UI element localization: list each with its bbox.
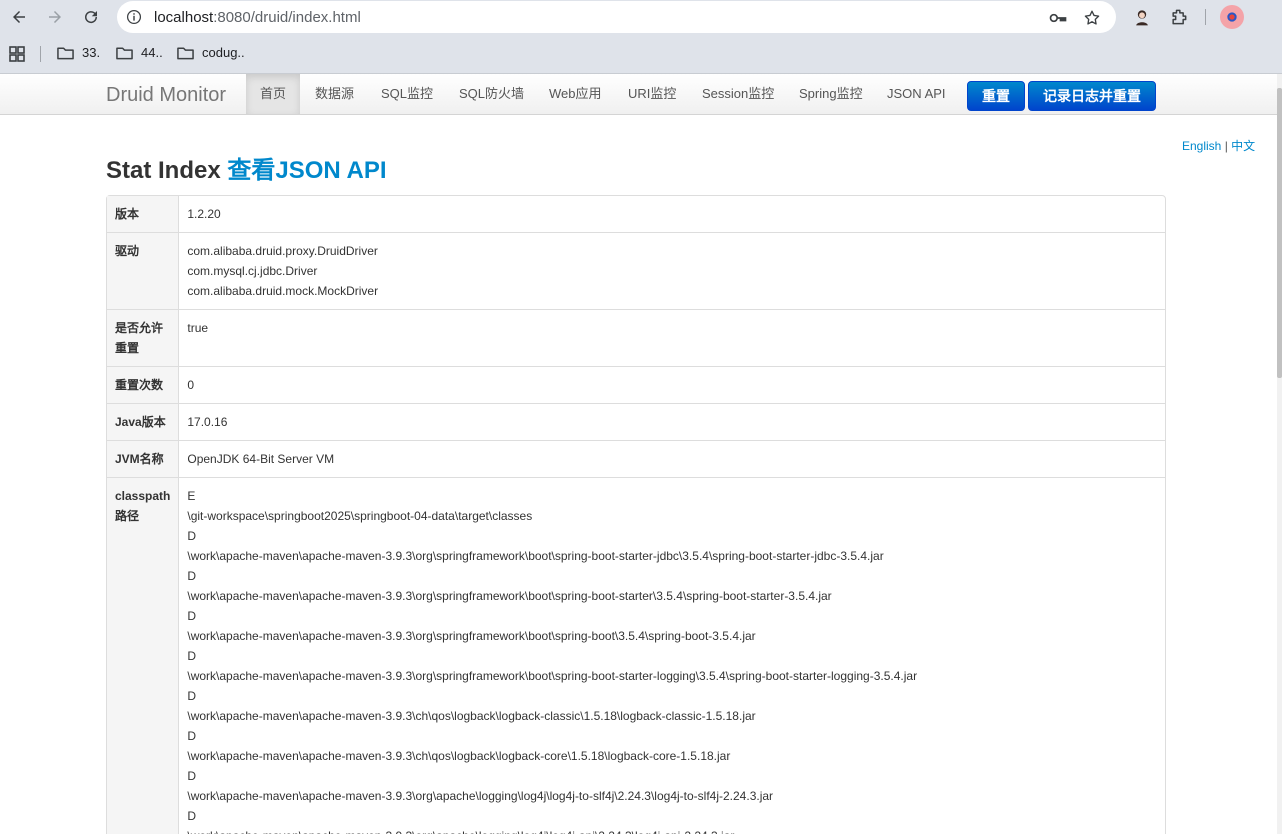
classpath-line: D: [187, 689, 197, 703]
classpath-line: D: [187, 649, 197, 663]
bookmark-folder-codug[interactable]: codug..: [177, 45, 245, 60]
reset-button[interactable]: 重置: [967, 81, 1025, 111]
arrow-right-icon: [49, 11, 61, 23]
stat-table: 版本 1.2.20 驱动 com.alibaba.druid.proxy.Dru…: [106, 195, 1166, 834]
lang-chinese-link[interactable]: 中文: [1231, 139, 1255, 153]
druid-navbar: Druid Monitor 首页 数据源 SQL监控 SQL防火墙 Web应用 …: [0, 74, 1282, 115]
bookmarks-bar: 33. 44.. codug..: [0, 34, 1282, 74]
browser-toolbar: localhost:8080/druid/index.html: [0, 0, 1282, 34]
bookmark-folder-44[interactable]: 44..: [116, 45, 163, 60]
nav-home[interactable]: 首页: [246, 74, 301, 114]
driver-line: com.mysql.cj.jdbc.Driver: [187, 264, 318, 278]
nav-spring-monitor[interactable]: Spring监控: [785, 74, 877, 114]
classpath-line: \git-workspace\springboot2025\springboot…: [187, 509, 533, 523]
star-icon[interactable]: [1082, 8, 1102, 28]
table-row-reset-enable: 是否允许 重置 true: [107, 309, 1165, 366]
info-icon[interactable]: [125, 8, 143, 26]
classpath-line: D: [187, 569, 197, 583]
folder-icon: [57, 47, 74, 59]
row-label: JVM名称: [107, 440, 180, 477]
driver-line: com.alibaba.druid.proxy.DruidDriver: [187, 244, 378, 258]
classpath-line: \work\apache-maven\apache-maven-3.9.3\or…: [187, 589, 832, 603]
row-label: 驱动: [107, 232, 180, 309]
row-value: OpenJDK 64-Bit Server VM: [179, 440, 1165, 477]
table-row-reset-count: 重置次数 0: [107, 366, 1165, 403]
apps-grid-icon[interactable]: [9, 46, 33, 62]
table-row-drivers: 驱动 com.alibaba.druid.proxy.DruidDriver c…: [107, 232, 1165, 309]
row-label-line: classpath: [115, 489, 171, 503]
address-bar[interactable]: localhost:8080/druid/index.html: [117, 1, 1116, 33]
row-value: 17.0.16: [179, 403, 1165, 440]
lang-english-link[interactable]: English: [1182, 139, 1221, 153]
nav-sql-monitor[interactable]: SQL监控: [367, 74, 447, 114]
table-row-classpath: classpath 路径 E \git-workspace\springboot…: [107, 477, 1165, 834]
classpath-line: \work\apache-maven\apache-maven-3.9.3\or…: [187, 826, 1157, 834]
classpath-line: D: [187, 529, 197, 543]
log-and-reset-button[interactable]: 记录日志并重置: [1028, 81, 1156, 111]
url-text: localhost:8080/druid/index.html: [154, 9, 361, 26]
account-avatar-icon[interactable]: [1220, 5, 1244, 29]
row-value: 1.2.20: [187, 207, 221, 221]
url-host: localhost: [154, 9, 214, 26]
nav-web-app[interactable]: Web应用: [535, 74, 616, 114]
reload-icon: [85, 11, 98, 24]
nav-session-monitor[interactable]: Session监控: [688, 74, 788, 114]
row-value: 0: [179, 366, 1165, 403]
json-api-link[interactable]: 查看JSON API: [227, 157, 386, 184]
table-row-jvm-name: JVM名称 OpenJDK 64-Bit Server VM: [107, 440, 1165, 477]
row-label: 重置次数: [107, 366, 180, 403]
row-label-line: 是否允许: [115, 321, 164, 335]
classpath-line: \work\apache-maven\apache-maven-3.9.3\ch…: [187, 749, 731, 763]
language-switch: English | 中文: [1182, 137, 1255, 154]
arrow-left-icon: [13, 11, 25, 23]
classpath-line: \work\apache-maven\apache-maven-3.9.3\ch…: [187, 709, 756, 723]
row-label: classpath 路径: [107, 477, 180, 834]
row-value: true: [179, 309, 1165, 366]
row-label: Java版本: [107, 403, 180, 440]
row-label: 是否允许 重置: [107, 309, 180, 366]
page-title: Stat Index 查看JSON API: [106, 150, 387, 185]
page-title-text: Stat Index: [106, 157, 221, 184]
toolbar-divider: [1205, 9, 1206, 25]
forward-button[interactable]: [43, 5, 67, 29]
row-label: 版本: [107, 196, 180, 232]
classpath-line: \work\apache-maven\apache-maven-3.9.3\or…: [187, 669, 918, 683]
classpath-line: D: [187, 609, 197, 623]
back-button[interactable]: [7, 5, 31, 29]
folder-icon: [116, 47, 133, 59]
bookmark-label: 33.: [82, 45, 101, 60]
folder-icon: [177, 47, 194, 59]
nav-datasource[interactable]: 数据源: [301, 74, 368, 114]
bookmarks-divider: [40, 46, 41, 62]
extensions-icon[interactable]: [1167, 5, 1191, 29]
profile-avatar-icon[interactable]: [1130, 5, 1154, 29]
key-icon[interactable]: [1048, 8, 1068, 28]
row-label-line: 重置: [115, 341, 140, 355]
row-value: com.alibaba.druid.proxy.DruidDriver com.…: [179, 232, 1165, 309]
classpath-line: D: [187, 809, 197, 823]
row-label-line: 路径: [115, 509, 140, 523]
lang-separator: |: [1224, 139, 1228, 153]
row-value: E \git-workspace\springboot2025\springbo…: [179, 477, 1165, 834]
classpath-line: \work\apache-maven\apache-maven-3.9.3\or…: [187, 549, 884, 563]
classpath-line: \work\apache-maven\apache-maven-3.9.3\or…: [187, 789, 774, 803]
table-row-version: 版本 1.2.20: [107, 196, 1165, 232]
url-path: :8080/druid/index.html: [213, 9, 361, 26]
nav-sql-firewall[interactable]: SQL防火墙: [445, 74, 538, 114]
classpath-line: \work\apache-maven\apache-maven-3.9.3\or…: [187, 629, 756, 643]
classpath-line: D: [187, 769, 197, 783]
scrollbar-thumb[interactable]: [1277, 88, 1282, 378]
brand-title[interactable]: Druid Monitor: [106, 84, 226, 107]
reload-button[interactable]: [79, 5, 103, 29]
bookmark-folder-33[interactable]: 33.: [57, 45, 100, 60]
nav-uri-monitor[interactable]: URI监控: [614, 74, 690, 114]
table-row-java-version: Java版本 17.0.16: [107, 403, 1165, 440]
classpath-line: D: [187, 729, 197, 743]
nav-json-api[interactable]: JSON API: [873, 74, 960, 114]
bookmark-label: codug..: [202, 45, 245, 60]
bookmark-label: 44..: [141, 45, 163, 60]
classpath-line: E: [187, 489, 196, 503]
driver-line: com.alibaba.druid.mock.MockDriver: [187, 284, 379, 298]
